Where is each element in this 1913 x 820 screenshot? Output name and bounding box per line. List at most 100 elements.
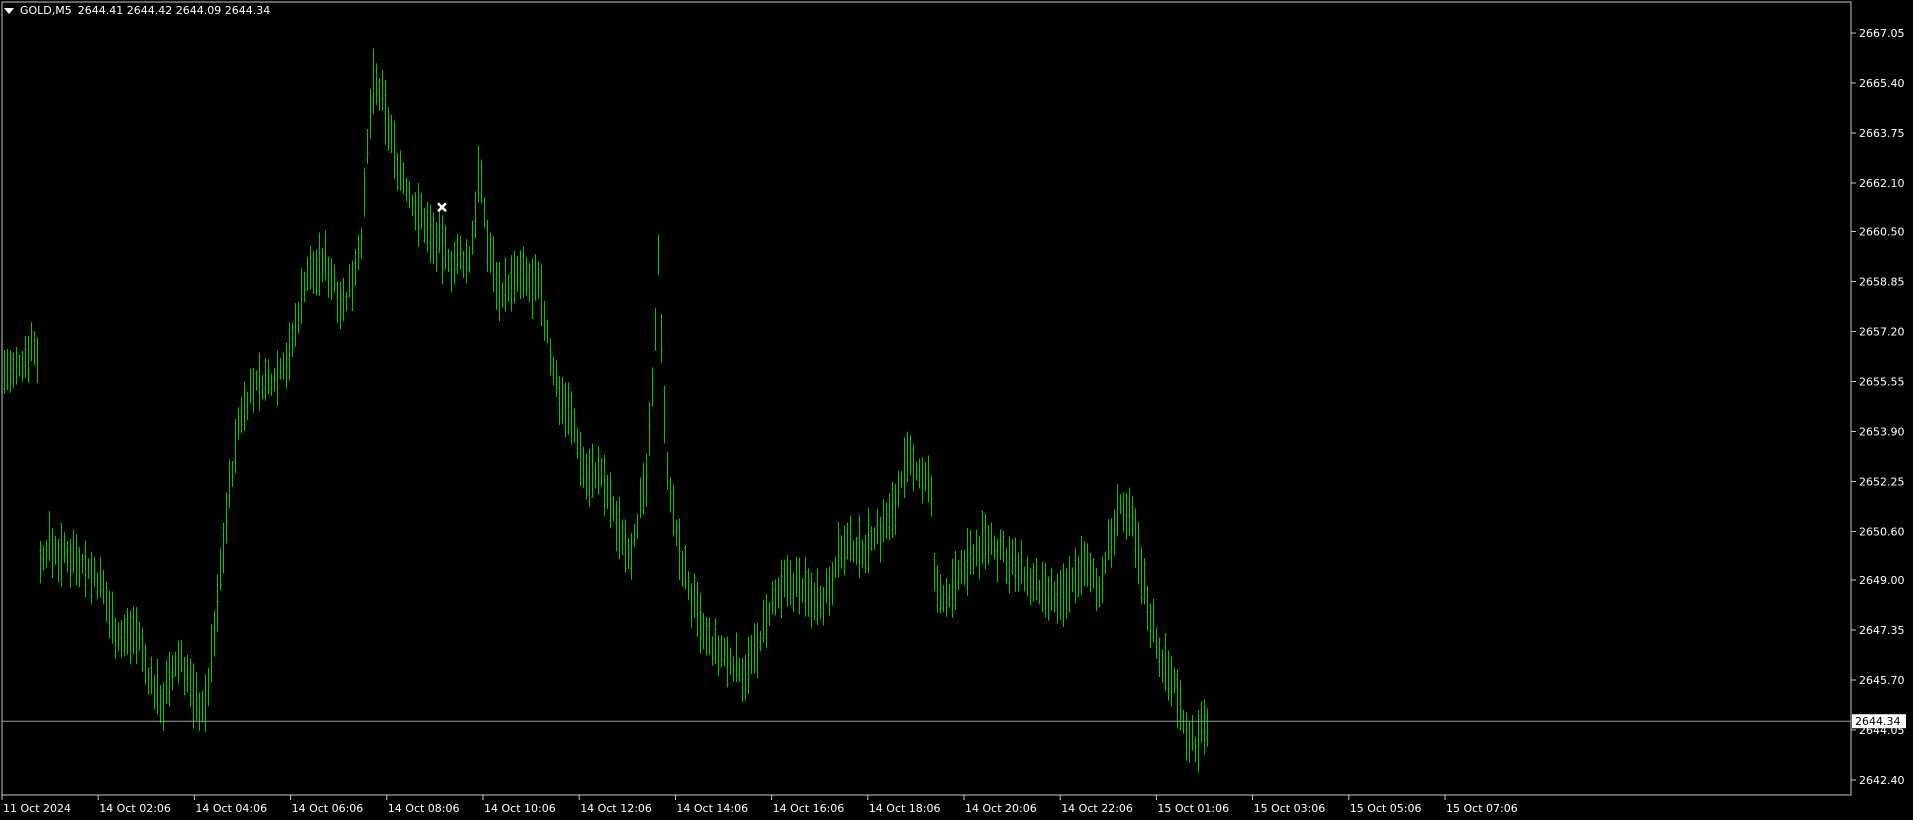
ohlc-bar (381, 69, 384, 111)
ohlc-bar (1104, 551, 1107, 575)
ohlc-bar (1173, 667, 1176, 694)
ohlc-bar (711, 636, 714, 666)
ohlc-bar (240, 397, 243, 434)
ohlc-bar (411, 194, 414, 217)
ohlc-bar (756, 623, 759, 679)
ohlc-bar (558, 376, 561, 425)
ohlc-bar (1152, 598, 1155, 643)
ohlc-bar (663, 385, 666, 444)
ohlc-bar (768, 602, 771, 626)
ohlc-bar (1020, 540, 1023, 584)
ohlc-bar (693, 573, 696, 618)
ohlc-bar (384, 80, 387, 145)
ohlc-bar (246, 391, 249, 421)
ohlc-bar (795, 556, 798, 597)
ohlc-bar (750, 635, 753, 675)
ohlc-bar (552, 356, 555, 386)
ohlc-bar (306, 257, 309, 292)
y-tick-label: 2657.20 (1859, 326, 1905, 339)
ohlc-bar (666, 451, 669, 490)
ohlc-bar (618, 496, 621, 560)
ohlc-bar (60, 522, 63, 587)
ohlc-bar (489, 232, 492, 274)
ohlc-bar (171, 655, 174, 691)
ohlc-bar (564, 382, 567, 438)
ohlc-bar (495, 261, 498, 310)
ohlc-bar (342, 277, 345, 322)
ohlc-bar (474, 191, 477, 239)
ohlc-bar (144, 643, 147, 685)
x-tick-label: 15 Oct 01:06 (1157, 802, 1229, 815)
ohlc-bar (456, 234, 459, 274)
ohlc-bar (108, 590, 111, 639)
ohlc-bar (1179, 680, 1182, 731)
ohlc-bar (639, 477, 642, 519)
ohlc-bar (753, 623, 756, 674)
y-tick-label: 2667.05 (1859, 27, 1905, 40)
ohlc-bar (972, 544, 975, 575)
ohlc-bar (1092, 558, 1095, 589)
ohlc-bar (438, 210, 441, 253)
ohlc-bar (954, 550, 957, 611)
ohlc-bar (225, 492, 228, 544)
x-tick-label: 15 Oct 07:06 (1446, 802, 1518, 815)
ohlc-bar (621, 519, 624, 556)
ohlc-bar (6, 348, 9, 391)
ohlc-bar (810, 572, 813, 629)
ohlc-bar (1014, 537, 1017, 592)
ohlc-bar (594, 462, 597, 489)
ohlc-bar (180, 640, 183, 673)
ohlc-bar (192, 663, 195, 729)
ohlc-bar (174, 651, 177, 677)
ohlc-bar (357, 234, 360, 270)
ohlc-bar (1197, 710, 1200, 773)
ohlc-bar (1131, 496, 1134, 537)
ohlc-bar (669, 477, 672, 513)
ohlc-bar (147, 667, 150, 695)
ohlc-bar (633, 524, 636, 548)
y-tick-label: 2662.10 (1859, 177, 1905, 190)
ohlc-bar (1113, 509, 1116, 556)
ohlc-bar (660, 313, 663, 363)
ohlc-bar (915, 462, 918, 481)
ohlc-bar (1071, 567, 1074, 592)
y-tick-label: 2645.70 (1859, 674, 1905, 687)
ohlc-bar (375, 63, 378, 105)
ohlc-bar (501, 282, 504, 308)
ohlc-bar (48, 511, 51, 562)
ohlc-bar (12, 352, 15, 388)
ohlc-bar (204, 674, 207, 732)
ohlc-bar (1077, 555, 1080, 598)
ohlc-bar (924, 461, 927, 492)
ohlc-bar (27, 335, 30, 383)
ohlc-bar (534, 254, 537, 301)
ohlc-bar (681, 551, 684, 587)
ohlc-bar (405, 177, 408, 202)
ohlc-bar (1032, 562, 1035, 602)
ohlc-bar (573, 407, 576, 444)
ohlc-bar (513, 250, 516, 303)
ohlc-bar (585, 453, 588, 500)
ohlc-bar (909, 434, 912, 476)
ohlc-bar (975, 529, 978, 567)
ohlc-bar (1029, 568, 1032, 606)
ohlc-bar (1134, 508, 1137, 568)
ohlc-bar (198, 692, 201, 731)
cross-marker-icon[interactable] (437, 202, 447, 213)
ohlc-bar (837, 521, 840, 578)
ohlc-bar (699, 593, 702, 654)
ohlc-bar (228, 459, 231, 509)
ohlc-bar (294, 303, 297, 347)
ohlc-bar (75, 534, 78, 586)
ohlc-bar (468, 246, 471, 273)
ohlc-bar (1086, 543, 1089, 587)
ohlc-bar (399, 150, 402, 191)
ohlc-bar (858, 515, 861, 578)
ohlc-bar (867, 507, 870, 573)
price-chart[interactable]: 2667.05 2665.40 2663.75 2662.10 2660.50 2658.… (0, 0, 1913, 820)
ohlc-bar (444, 225, 447, 270)
ohlc-bar (477, 145, 480, 203)
ohlc-bar (600, 457, 603, 487)
ohlc-bar (771, 581, 774, 615)
ohlc-bar (465, 239, 468, 284)
